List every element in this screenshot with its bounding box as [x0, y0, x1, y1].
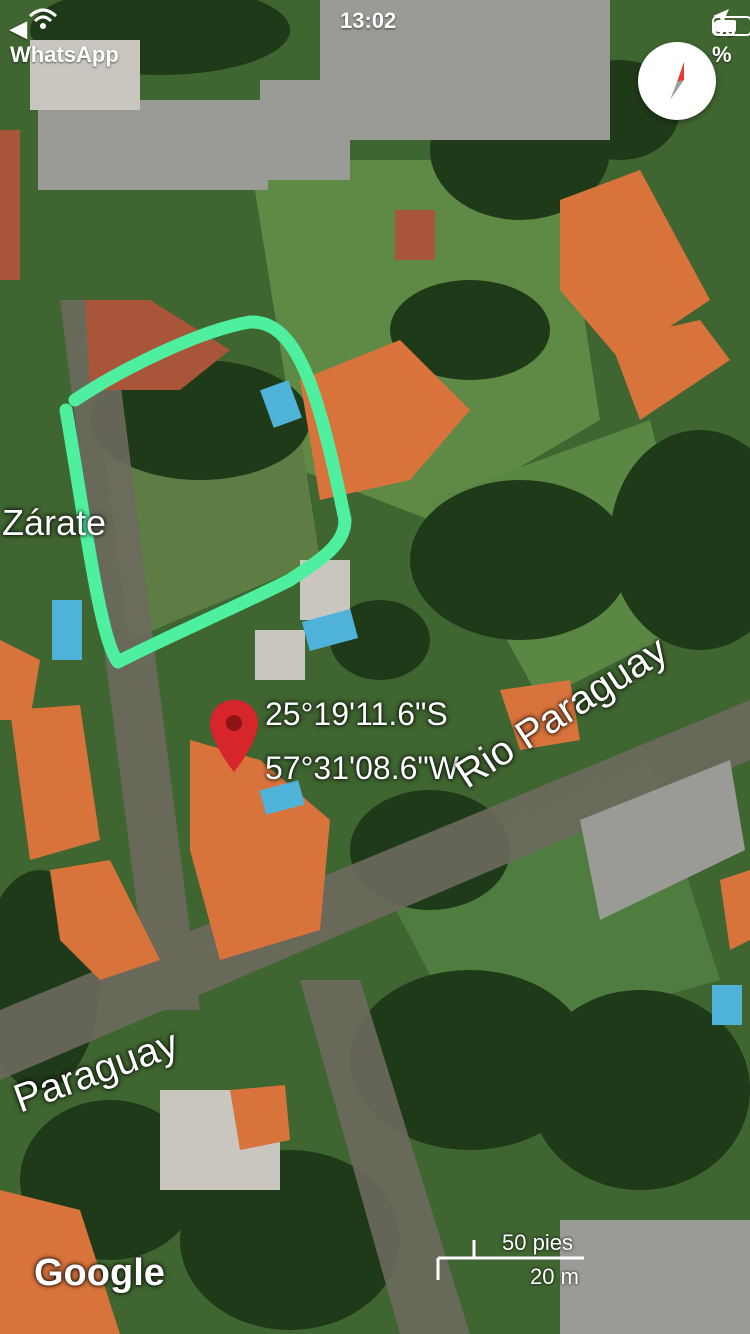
- scale-imperial: 50 pies: [502, 1230, 573, 1255]
- compass-button[interactable]: [638, 42, 716, 120]
- map-pin-icon[interactable]: [206, 698, 262, 774]
- back-to-app-label: ◀ WhatsApp: [10, 16, 119, 67]
- status-bar: ◀ WhatsApp 13:02 60 %: [0, 0, 750, 67]
- battery-icon: [712, 16, 750, 36]
- place-label: Zárate: [2, 502, 107, 543]
- back-to-app-button[interactable]: ◀ WhatsApp: [10, 8, 119, 67]
- clock: 13:02: [340, 8, 397, 33]
- battery-area: 60 %: [712, 8, 750, 67]
- latitude-label: 25°19'11.6"S: [265, 696, 448, 732]
- longitude-label: 57°31'08.6"W: [265, 750, 459, 786]
- compass-icon: [670, 62, 684, 100]
- scale-metric: 20 m: [530, 1264, 579, 1289]
- google-logo: Google: [34, 1252, 165, 1294]
- scale-bar: 50 pies 20 m: [434, 1228, 594, 1289]
